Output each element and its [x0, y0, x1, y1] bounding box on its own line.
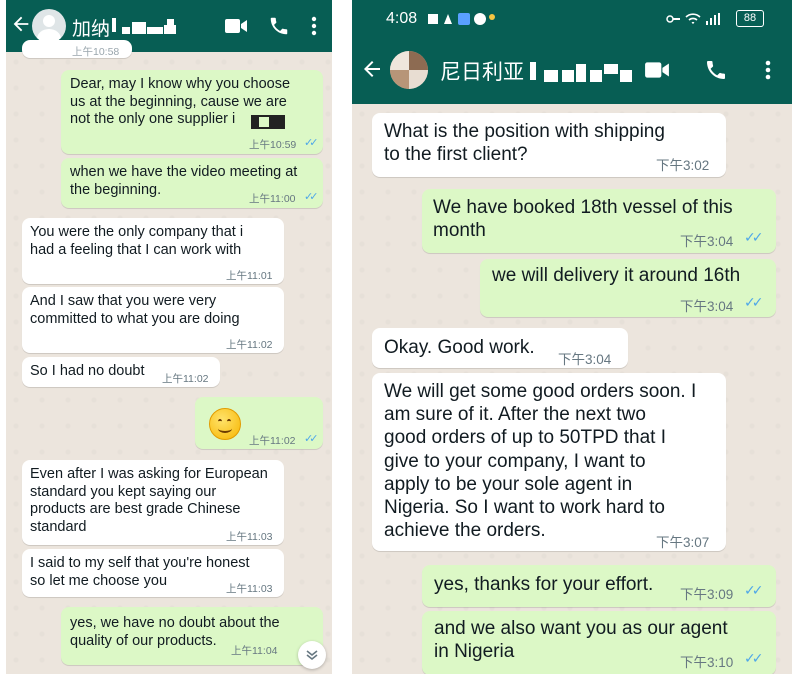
- back-arrow-icon[interactable]: [360, 57, 384, 86]
- message-time: 下午3:07: [656, 535, 710, 550]
- message-bubble-outgoing: yes, we have no doubt about the quality …: [61, 607, 323, 665]
- message-text: we will delivery it around 16th: [492, 265, 741, 286]
- message-time: 上午11:01: [226, 270, 273, 282]
- message-bubble-incoming: I said to my self that you're honest so …: [22, 549, 284, 597]
- message-bubble-outgoing: yes, thanks for your effort. 下午3:09 ✓✓: [422, 565, 776, 607]
- contact-avatar[interactable]: [390, 51, 428, 89]
- message-time: 上午10:58: [72, 46, 120, 58]
- message-bubble-incoming: We will get some good orders soon. I am …: [372, 373, 726, 551]
- message-time: 上午11:03: [226, 583, 273, 595]
- battery-icon: 88: [736, 10, 764, 27]
- read-receipt-icon: ✓✓: [304, 191, 319, 203]
- message-bubble-outgoing: We have booked 18th vessel of this month…: [422, 189, 776, 253]
- scroll-down-button[interactable]: [298, 641, 326, 669]
- message-time: 上午11:02: [226, 339, 273, 351]
- contact-name[interactable]: 加纳: [72, 14, 110, 41]
- message-text: And I saw that you were very committed t…: [30, 293, 240, 327]
- left-chat-screenshot: 加纳 上午10:58 Dear, may I know why you choo…: [6, 0, 332, 674]
- message-time: 下午3:04: [558, 352, 612, 367]
- read-receipt-icon: ✓✓: [304, 137, 319, 149]
- message-text: Even after I was asking for European sta…: [30, 466, 268, 536]
- message-time: 下午3:10: [680, 655, 734, 670]
- read-receipt-icon: ✓✓: [744, 229, 764, 245]
- message-bubble-incoming: Okay. Good work. 下午3:04: [372, 328, 628, 368]
- video-call-icon[interactable]: [644, 58, 670, 87]
- more-vertical-icon[interactable]: [310, 15, 318, 42]
- message-time: 上午11:02: [249, 435, 296, 447]
- read-receipt-icon: ✓✓: [304, 433, 319, 445]
- message-bubble-outgoing: and we also want you as our agent in Nig…: [422, 611, 776, 674]
- message-bubble-outgoing: when we have the video meeting at the be…: [61, 158, 323, 208]
- status-bar: 4:08 88: [352, 0, 792, 36]
- message-text: yes, thanks for your effort.: [434, 574, 654, 595]
- message-time: 下午3:04: [680, 234, 734, 249]
- message-bubble-outgoing: 上午11:02 ✓✓: [195, 397, 323, 449]
- video-call-icon[interactable]: [224, 15, 248, 42]
- message-text: I said to my self that you're honest so …: [30, 555, 250, 589]
- contact-name[interactable]: 尼日利亚: [440, 56, 524, 86]
- message-time: 上午11:03: [226, 531, 273, 543]
- message-bubble-incoming: You were the only company that i had a f…: [22, 218, 284, 284]
- message-bubble-incoming: So I had no doubt 上午11:02: [22, 357, 220, 387]
- read-receipt-icon: ✓✓: [744, 582, 764, 598]
- message-text: What is the position with shipping to th…: [384, 121, 665, 166]
- battery-level: 88: [743, 12, 757, 24]
- message-bubble-partial: 上午10:58: [22, 40, 132, 58]
- message-time: 上午11:04: [231, 645, 278, 657]
- message-time: 上午11:00: [249, 193, 296, 205]
- chevron-down-icon: [304, 647, 320, 668]
- smiling-face-emoji: [209, 408, 241, 440]
- redacted-text-light: [259, 117, 269, 127]
- chat-header: 尼日利亚: [352, 36, 792, 104]
- status-time: 4:08: [386, 10, 418, 27]
- message-time: 上午10:59: [249, 139, 297, 151]
- message-text: You were the only company that i had a f…: [30, 224, 244, 258]
- message-time: 下午3:09: [680, 587, 734, 602]
- contact-avatar[interactable]: [32, 9, 66, 43]
- read-receipt-icon: ✓✓: [744, 650, 764, 666]
- message-time: 下午3:02: [656, 158, 710, 173]
- phone-call-icon[interactable]: [704, 58, 728, 87]
- phone-call-icon[interactable]: [268, 15, 290, 42]
- message-bubble-outgoing: Dear, may I know why you choose us at th…: [61, 70, 323, 154]
- message-bubble-incoming: What is the position with shipping to th…: [372, 113, 726, 177]
- back-arrow-icon[interactable]: [10, 13, 32, 40]
- right-chat-screenshot: 4:08 88 尼日利亚 What is the position with s…: [352, 0, 792, 674]
- message-bubble-outgoing: we will delivery it around 16th 下午3:04 ✓…: [480, 259, 776, 317]
- message-text: Okay. Good work.: [384, 337, 535, 358]
- system-status-icons: [666, 12, 730, 31]
- message-text: So I had no doubt: [30, 363, 145, 379]
- message-text: We will get some good orders soon. I am …: [384, 381, 697, 542]
- message-bubble-incoming: And I saw that you were very committed t…: [22, 287, 284, 353]
- message-time: 上午11:02: [162, 373, 209, 385]
- message-bubble-incoming: Even after I was asking for European sta…: [22, 460, 284, 545]
- read-receipt-icon: ✓✓: [744, 294, 764, 310]
- more-vertical-icon[interactable]: [764, 58, 772, 87]
- message-time: 下午3:04: [680, 299, 734, 314]
- notification-icons: [426, 11, 496, 32]
